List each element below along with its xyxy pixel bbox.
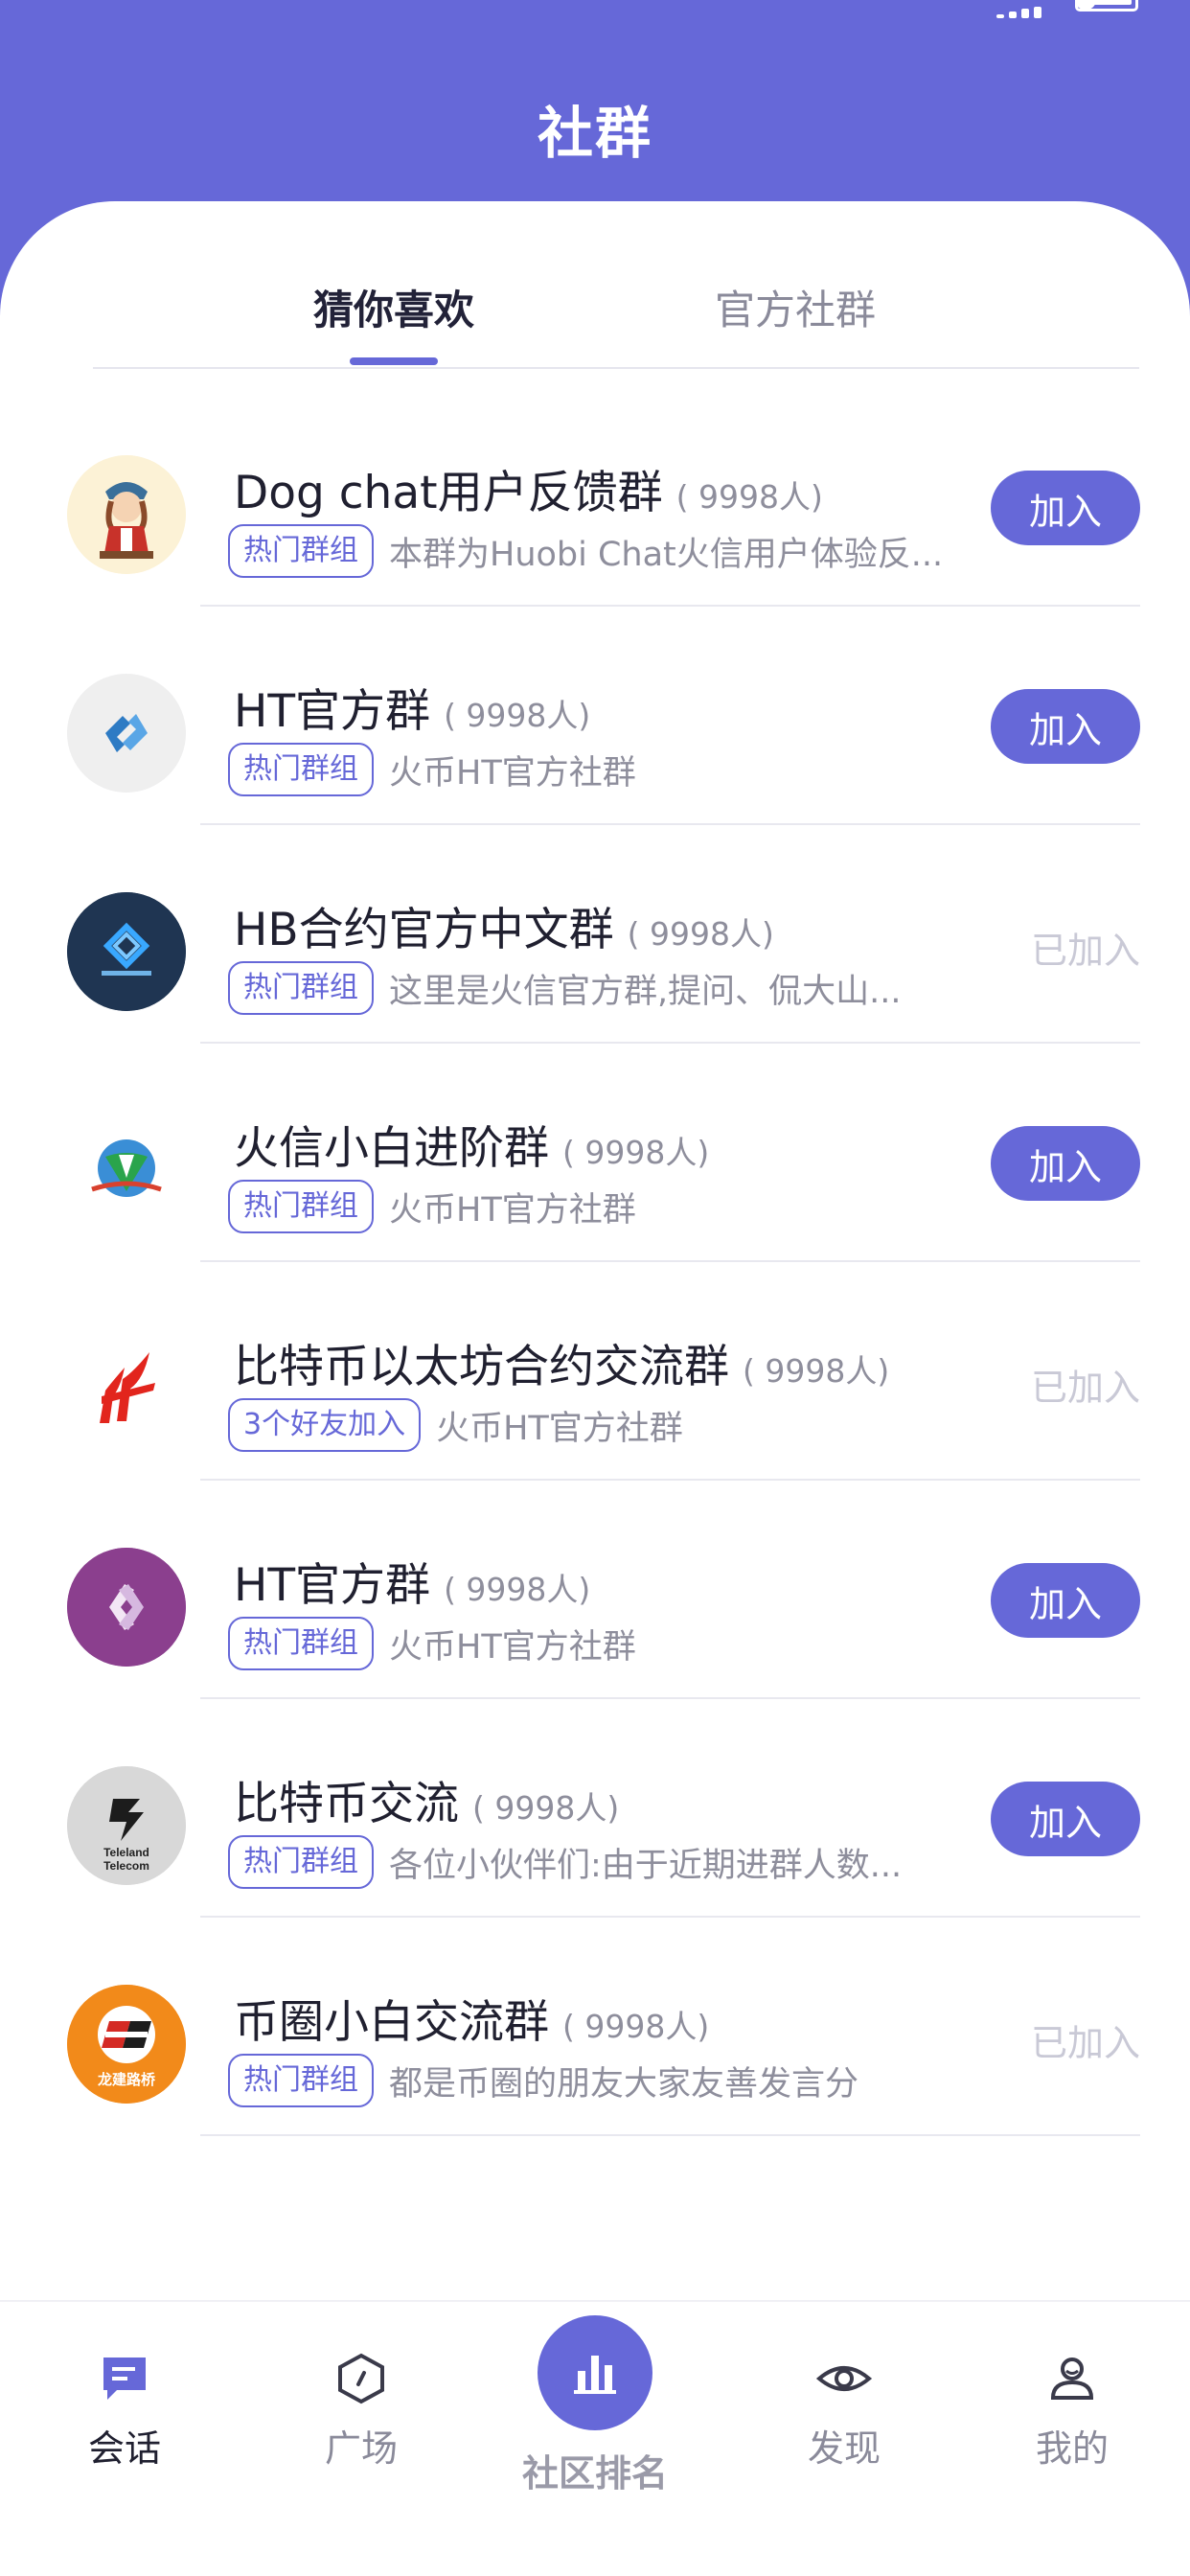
teleland-logo-icon: Teleland Telecom xyxy=(67,1766,186,1885)
group-description: 火币HT官方社群 xyxy=(389,753,636,793)
nav-item-ranking[interactable] xyxy=(538,2315,652,2430)
group-description: 各位小伙伴们:由于近期进群人数... xyxy=(389,1846,903,1885)
status-bar xyxy=(0,0,1190,58)
group-name: 比特币交流 xyxy=(234,1778,459,1830)
join-button[interactable]: 加入 xyxy=(991,1782,1140,1856)
group-name: HT官方群 xyxy=(234,1559,431,1612)
red-flame-logo-icon xyxy=(100,1352,155,1423)
group-name: 币圈小白交流群 xyxy=(234,1996,549,2049)
nav-label: 我的 xyxy=(1035,2427,1109,2470)
member-count: ( 9998人) xyxy=(627,915,774,953)
chat-icon xyxy=(103,2358,146,2400)
member-count: ( 9998人) xyxy=(562,1134,710,1171)
nav-item-plaza[interactable]: 广场 xyxy=(285,2350,438,2472)
group-avatar xyxy=(67,892,186,1011)
joined-status: 已加入 xyxy=(1030,1367,1140,1409)
group-avatar xyxy=(67,1111,186,1230)
group-description: 火币HT官方社群 xyxy=(389,1627,636,1667)
nav-label: 发现 xyxy=(807,2427,881,2470)
joined-status: 已加入 xyxy=(1030,930,1140,972)
group-description: 都是币圈的朋友大家友善发言分 xyxy=(389,2064,859,2104)
screen: 社群 猜你喜欢 官方社群 Dog chat用户反馈群 ( 9998人) 热门群组 … xyxy=(0,0,1190,2576)
hot-group-tag: 热门群组 xyxy=(228,961,374,1015)
globe-logo-icon xyxy=(91,1139,162,1197)
svg-text:Telecom: Telecom xyxy=(103,1859,149,1873)
group-description: 火币HT官方社群 xyxy=(436,1409,683,1448)
battery-icon xyxy=(1075,0,1138,12)
member-count: ( 9998人) xyxy=(472,1789,620,1827)
group-description: 火币HT官方社群 xyxy=(389,1190,636,1230)
tabs-divider xyxy=(93,367,1139,369)
join-button[interactable]: 加入 xyxy=(991,471,1140,545)
nav-label-ranking: 社区排名 xyxy=(521,2452,668,2495)
tab-recommended[interactable]: 猜你喜欢 xyxy=(313,278,474,336)
svg-text:Teleland: Teleland xyxy=(103,1846,149,1859)
blue-link-logo-icon xyxy=(67,674,186,793)
group-row[interactable]: Teleland Telecom 比特币交流 ( 9998人) 热门群组 各位小伙… xyxy=(0,1699,1190,1918)
group-row[interactable]: HB合约官方中文群 ( 9998人) 热门群组 这里是火信官方群,提问、侃大山..… xyxy=(0,825,1190,1044)
member-count: ( 9998人) xyxy=(562,2008,710,2045)
group-row[interactable]: HT官方群 ( 9998人) 热门群组 火币HT官方社群 加入 xyxy=(0,1481,1190,1699)
svg-text:龙建路桥: 龙建路桥 xyxy=(97,2071,156,2088)
group-row[interactable]: 龙建路桥 币圈小白交流群 ( 9998人) 热门群组 都是币圈的朋友大家友善发言分… xyxy=(0,1918,1190,2136)
group-description: 这里是火信官方群,提问、侃大山... xyxy=(389,972,902,1011)
member-count: ( 9998人) xyxy=(675,478,823,516)
bottom-nav: 会话 广场 社区排名 发现 我的 xyxy=(0,2300,1190,2576)
hot-group-tag: 热门群组 xyxy=(228,1835,374,1889)
join-button[interactable]: 加入 xyxy=(991,1126,1140,1201)
group-description: 本群为Huobi Chat火信用户体验反... xyxy=(389,535,944,574)
member-count: ( 9998人) xyxy=(743,1352,890,1390)
group-row[interactable]: HT官方群 ( 9998人) 热门群组 火币HT官方社群 加入 xyxy=(0,607,1190,825)
nav-item-chat[interactable]: 会话 xyxy=(48,2350,201,2472)
group-row[interactable]: 火信小白进阶群 ( 9998人) 热门群组 火币HT官方社群 加入 xyxy=(0,1044,1190,1262)
nav-item-discover[interactable]: 发现 xyxy=(767,2350,921,2472)
group-avatar xyxy=(67,455,186,574)
hot-group-tag: 热门群组 xyxy=(228,1617,374,1670)
hot-group-tag: 热门群组 xyxy=(228,524,374,578)
hexagon-icon xyxy=(338,2353,384,2404)
group-row[interactable]: Dog chat用户反馈群 ( 9998人) 热门群组 本群为Huobi Chat… xyxy=(0,388,1190,607)
group-name: Dog chat用户反馈群 xyxy=(234,467,663,519)
page-title: 社群 xyxy=(537,101,652,166)
member-count: ( 9998人) xyxy=(444,1571,591,1608)
nav-label: 广场 xyxy=(324,2427,398,2470)
group-avatar xyxy=(67,1548,186,1667)
join-button[interactable]: 加入 xyxy=(991,1563,1140,1638)
cartoon-girl-icon xyxy=(67,455,186,574)
tab-bar: 猜你喜欢 官方社群 xyxy=(0,278,1190,364)
tab-official[interactable]: 官方社群 xyxy=(715,278,876,336)
group-avatar xyxy=(67,674,186,793)
group-row[interactable]: 比特币以太坊合约交流群 ( 9998人) 3个好友加入 火币HT官方社群 已加入 xyxy=(0,1262,1190,1481)
friends-joined-tag: 3个好友加入 xyxy=(228,1398,422,1452)
group-list: Dog chat用户反馈群 ( 9998人) 热门群组 本群为Huobi Chat… xyxy=(0,388,1190,2136)
group-name: 比特币以太坊合约交流群 xyxy=(234,1341,729,1393)
eye-icon xyxy=(815,2366,873,2391)
group-name: HT官方群 xyxy=(234,685,431,738)
nav-item-me[interactable]: 我的 xyxy=(995,2350,1149,2472)
bar-chart-icon xyxy=(574,2356,616,2394)
join-button[interactable]: 加入 xyxy=(991,689,1140,764)
group-avatar: 龙建路桥 xyxy=(67,1985,186,2104)
nav-label: 会话 xyxy=(87,2427,161,2470)
hot-group-tag: 热门群组 xyxy=(228,2054,374,2107)
active-tab-indicator xyxy=(350,357,438,365)
row-divider xyxy=(200,2134,1140,2136)
user-icon xyxy=(1050,2358,1094,2400)
signal-icon xyxy=(996,0,1046,18)
group-name: 火信小白进阶群 xyxy=(234,1122,549,1175)
group-avatar: Teleland Telecom xyxy=(67,1766,186,1885)
lorem-logo-icon xyxy=(67,892,186,1011)
group-name: HB合约官方中文群 xyxy=(234,904,614,956)
purple-hex-logo-icon xyxy=(67,1548,186,1667)
orange-road-logo-icon: 龙建路桥 xyxy=(67,1985,186,2104)
member-count: ( 9998人) xyxy=(444,697,591,734)
hot-group-tag: 热门群组 xyxy=(228,1180,374,1233)
hot-group-tag: 热门群组 xyxy=(228,743,374,796)
group-avatar xyxy=(67,1329,186,1448)
joined-status: 已加入 xyxy=(1030,2022,1140,2064)
